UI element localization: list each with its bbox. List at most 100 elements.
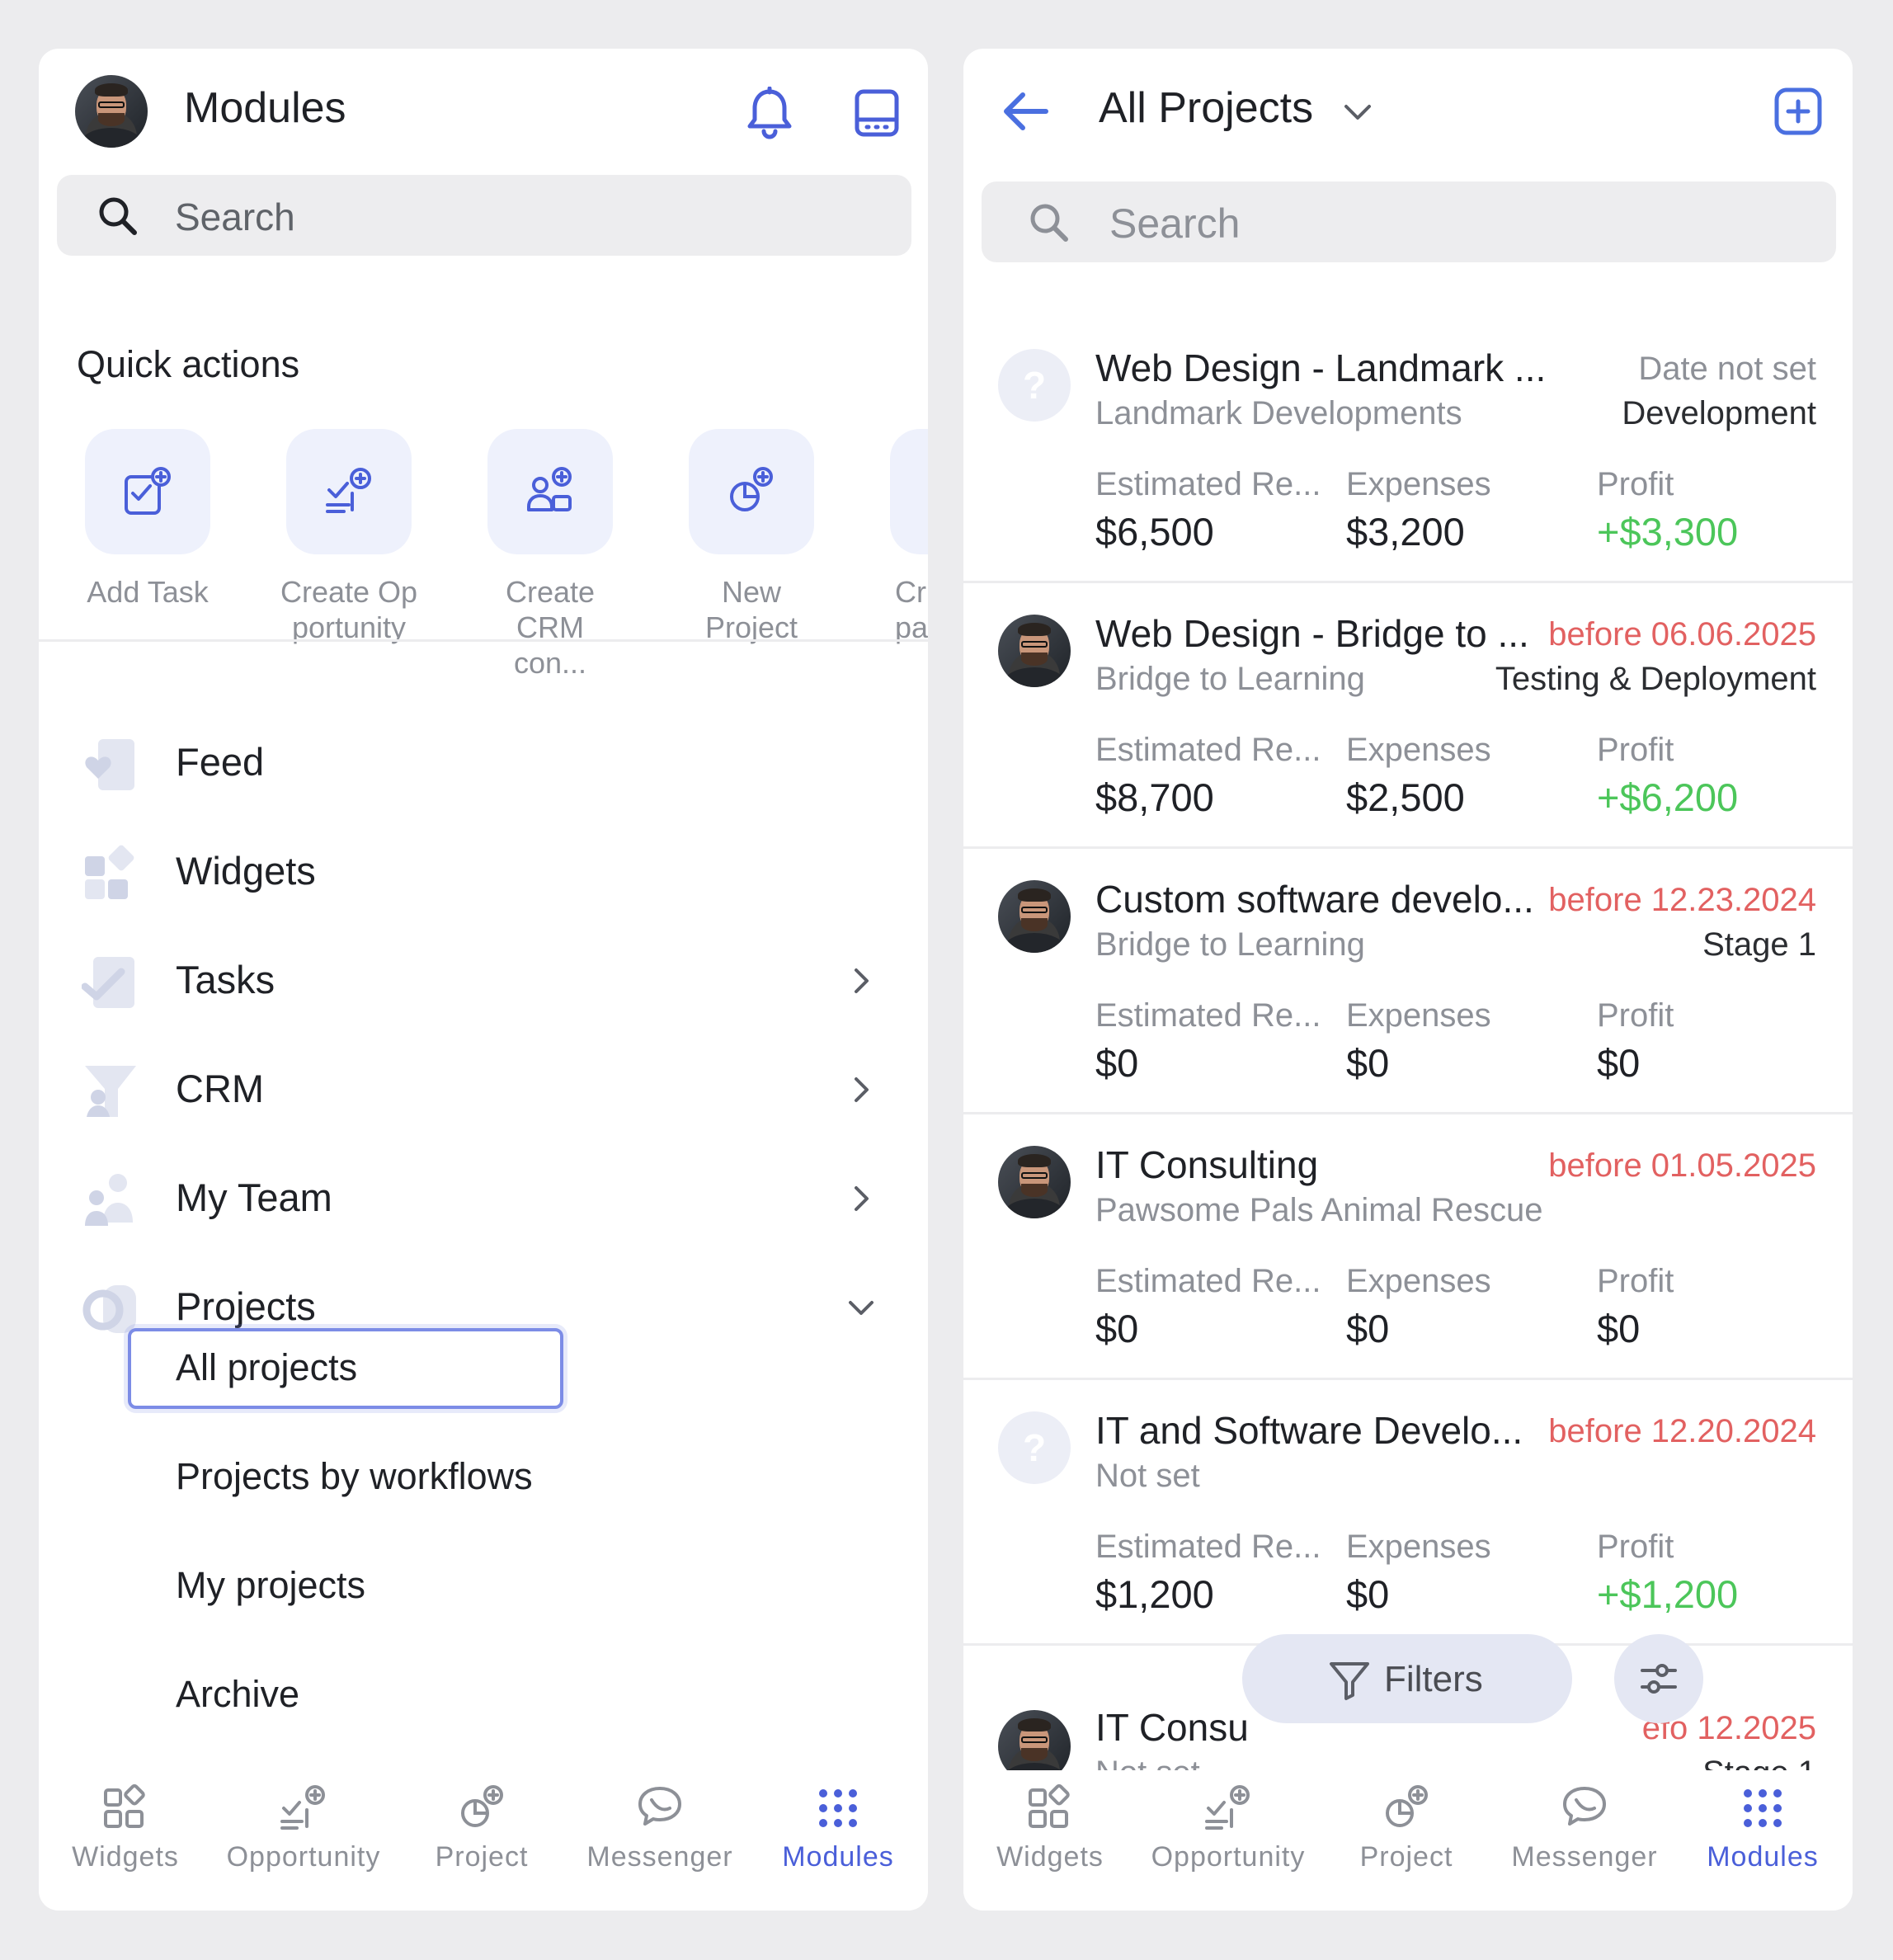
project-client: Not set (1095, 1458, 1200, 1494)
expenses-value: $0 (1346, 1041, 1390, 1085)
revenue-label: Estimated Re... (1095, 466, 1321, 502)
revenue-value: $6,500 (1095, 510, 1214, 554)
project-card[interactable]: Custom software develo... before 12.23.2… (963, 850, 1853, 1114)
new-project-icon (689, 429, 814, 554)
nav-messenger[interactable]: Messenger (1498, 1783, 1671, 1873)
submenu-projects-by-workflows[interactable]: Projects by workflows (176, 1455, 533, 1498)
project-card[interactable]: ? IT and Software Develo... before 12.20… (963, 1382, 1853, 1646)
project-client: Bridge to Learning (1095, 926, 1365, 963)
adjust-settings-button[interactable] (1614, 1634, 1703, 1723)
chevron-down-icon[interactable] (1341, 100, 1374, 129)
menu-item-widgets[interactable]: Widgets (39, 827, 928, 917)
nav-modules[interactable]: Modules (751, 1783, 925, 1873)
nav-project[interactable]: Project (395, 1783, 568, 1873)
menu-item-feed[interactable]: Feed (39, 718, 928, 808)
owner-avatar (998, 615, 1071, 687)
back-arrow-icon[interactable] (1000, 88, 1051, 139)
project-card[interactable]: IT Consulting before 01.05.2025 Pawsome … (963, 1116, 1853, 1380)
submenu-all-projects[interactable]: All projects (176, 1346, 357, 1389)
nav-label: Widgets (72, 1841, 179, 1873)
bottom-navigation: Widgets Opportunity Project Messenger Mo… (963, 1770, 1853, 1911)
crm-icon (82, 1062, 139, 1124)
nav-label: Project (1359, 1841, 1453, 1873)
project-card[interactable]: Web Design - Bridge to ... before 06.06.… (963, 585, 1853, 849)
revenue-value: $0 (1095, 1307, 1139, 1350)
submenu-my-projects[interactable]: My projects (176, 1564, 365, 1607)
revenue-label: Estimated Re... (1095, 1529, 1321, 1565)
project-stage: Stage 1 (1702, 926, 1816, 963)
quick-action-label: Cr pa (895, 575, 928, 644)
quick-action-label: New Project (704, 575, 798, 644)
submenu-archive[interactable]: Archive (176, 1673, 299, 1716)
expenses-value: $3,200 (1346, 510, 1465, 554)
revenue-value: $1,200 (1095, 1572, 1214, 1616)
project-stage: Stage 1 (1702, 1755, 1816, 1770)
quick-action-create-opportunity[interactable]: Create Op portunity (266, 379, 431, 645)
project-stage: Development (1622, 395, 1816, 431)
page-title: Modules (184, 84, 346, 132)
modules-header: Modules (39, 49, 928, 172)
profit-value: +$1,200 (1597, 1572, 1739, 1616)
tasks-icon (81, 954, 139, 1015)
profit-value: +$6,200 (1597, 775, 1739, 819)
card-divider (963, 1112, 1853, 1114)
quick-action-create-crm-contact[interactable]: Create CRM con... (468, 379, 633, 681)
search-placeholder: Search (175, 196, 295, 238)
unknown-avatar-icon: ? (998, 1411, 1071, 1484)
opportunity-icon (1205, 1785, 1250, 1830)
owner-avatar (998, 880, 1071, 953)
add-project-icon[interactable] (1772, 85, 1825, 142)
revenue-value: $0 (1095, 1041, 1139, 1085)
widgets-icon (104, 1783, 145, 1828)
chevron-right-icon (845, 1183, 877, 1218)
nav-label: Opportunity (1151, 1841, 1306, 1873)
profit-label: Profit (1597, 997, 1674, 1034)
expenses-value: $0 (1346, 1307, 1390, 1350)
revenue-label: Estimated Re... (1095, 1263, 1321, 1299)
nav-label: Project (435, 1841, 529, 1873)
project-card[interactable]: ? Web Design - Landmark ... Date not set… (963, 319, 1853, 583)
menu-item-crm[interactable]: CRM (39, 1044, 928, 1135)
page-title[interactable]: All Projects (1099, 83, 1313, 133)
nav-widgets[interactable]: Widgets (39, 1783, 212, 1873)
menu-item-tasks[interactable]: Tasks (39, 935, 928, 1026)
bell-icon[interactable] (745, 86, 794, 144)
revenue-label: Estimated Re... (1095, 997, 1321, 1034)
filter-funnel-icon (1330, 1662, 1369, 1700)
expenses-label: Expenses (1346, 1529, 1491, 1565)
search-input[interactable]: Search (982, 181, 1836, 262)
filters-button[interactable]: Filters (1242, 1634, 1572, 1723)
nav-opportunity[interactable]: Opportunity (217, 1783, 390, 1873)
nav-widgets[interactable]: Widgets (963, 1783, 1137, 1873)
opportunity-icon (280, 1785, 325, 1830)
menu-item-label: CRM (176, 1067, 265, 1110)
revenue-value: $8,700 (1095, 775, 1214, 819)
nav-label: Modules (782, 1841, 894, 1873)
nav-messenger[interactable]: Messenger (573, 1783, 746, 1873)
filters-label: Filters (1384, 1659, 1483, 1699)
tablet-icon[interactable] (850, 87, 903, 144)
projects-header: All Projects (963, 49, 1853, 172)
search-input[interactable]: Search (57, 175, 911, 256)
all-projects-screen: All Projects Search ? Web Design - Landm… (963, 49, 1853, 1911)
search-icon (1030, 204, 1068, 242)
menu-item-label: Widgets (176, 849, 316, 893)
menu-item-my-team[interactable]: My Team (39, 1153, 928, 1244)
project-name: Custom software develo... (1095, 878, 1534, 921)
nav-project[interactable]: Project (1320, 1783, 1493, 1873)
quick-action-new-project[interactable]: New Project (669, 379, 834, 645)
messenger-icon (1563, 1787, 1606, 1826)
nav-modules[interactable]: Modules (1676, 1783, 1849, 1873)
feed-icon (82, 736, 139, 798)
quick-action-label: Create Op portunity (280, 575, 418, 644)
project-name: IT Consu (1095, 1706, 1249, 1749)
quick-action-add-task[interactable]: Add Task (65, 379, 230, 610)
project-client: Bridge to Learning (1095, 661, 1365, 697)
quick-action-partial[interactable]: Cr pa (870, 379, 928, 645)
project-icon (1386, 1785, 1428, 1827)
nav-opportunity[interactable]: Opportunity (1142, 1783, 1315, 1873)
menu-item-label: Feed (176, 740, 265, 784)
revenue-label: Estimated Re... (1095, 732, 1321, 768)
unknown-avatar-icon: ? (998, 349, 1071, 422)
user-avatar[interactable] (75, 75, 148, 148)
